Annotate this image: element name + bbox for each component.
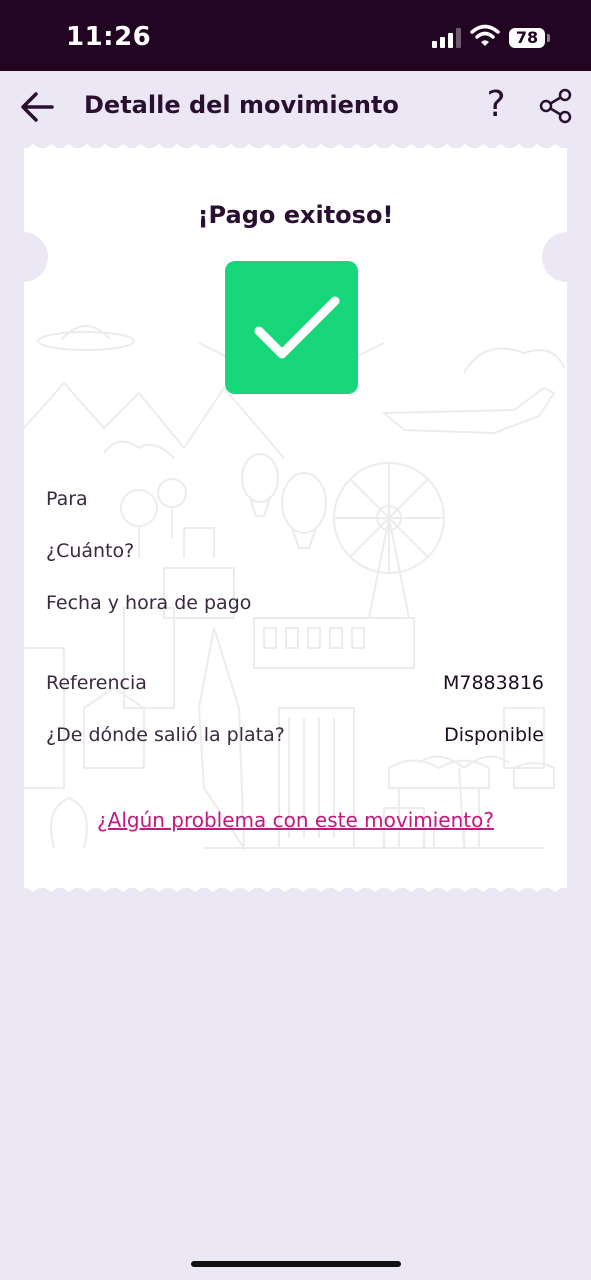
row-label-fecha: Fecha y hora de pago bbox=[46, 592, 252, 614]
app-header: Detalle del movimiento ? bbox=[0, 71, 591, 141]
status-bar: 11:26 78 bbox=[0, 0, 591, 71]
back-arrow-icon[interactable] bbox=[18, 87, 58, 127]
wifi-icon bbox=[470, 24, 500, 46]
page-title: Detalle del movimiento bbox=[84, 91, 399, 119]
battery-tip bbox=[547, 34, 550, 42]
status-time: 11:26 bbox=[66, 22, 152, 52]
report-problem-link[interactable]: ¿Algún problema con este movimiento? bbox=[0, 808, 591, 832]
receipt-card bbox=[24, 148, 567, 888]
row-label-cuanto: ¿Cuánto? bbox=[46, 540, 135, 562]
card-bottom-edge bbox=[24, 880, 567, 892]
cellular-signal-icon bbox=[432, 28, 462, 48]
battery-icon: 78 bbox=[509, 28, 545, 48]
card-notch-left bbox=[0, 232, 48, 282]
help-icon[interactable]: ? bbox=[478, 83, 514, 127]
success-title: ¡Pago exitoso! bbox=[197, 201, 394, 229]
card-top-edge bbox=[24, 144, 567, 156]
checkmark-icon bbox=[254, 296, 340, 359]
success-badge bbox=[225, 261, 358, 394]
row-label-referencia: Referencia bbox=[46, 672, 147, 694]
card-notch-right bbox=[542, 232, 591, 282]
row-value-referencia: M7883816 bbox=[442, 672, 544, 694]
row-label-para: Para bbox=[46, 488, 88, 510]
row-label-origen: ¿De dónde salió la plata? bbox=[46, 724, 285, 746]
city-illustration bbox=[24, 298, 565, 852]
share-icon[interactable] bbox=[538, 87, 574, 125]
home-indicator[interactable] bbox=[191, 1261, 401, 1267]
row-value-origen: Disponible bbox=[444, 724, 544, 746]
